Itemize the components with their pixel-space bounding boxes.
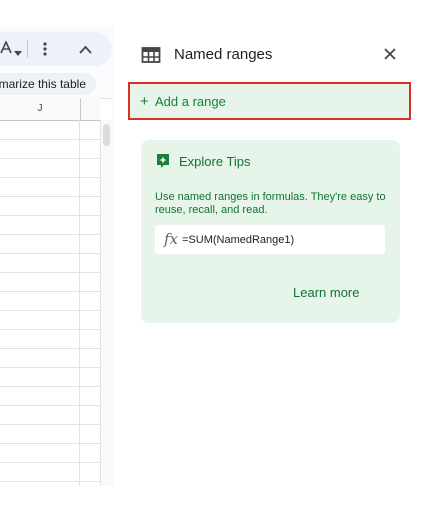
table-grid-icon: [141, 45, 161, 65]
grid-row-line: [0, 158, 100, 159]
scrollbar-thumb[interactable]: [103, 124, 110, 146]
grid-column-line: [79, 120, 80, 486]
text-color-icon[interactable]: [0, 40, 12, 59]
grid-row-line: [0, 196, 100, 197]
grid-row-line: [0, 348, 100, 349]
close-icon[interactable]: [380, 45, 400, 65]
grid-row-line: [0, 234, 100, 235]
grid-row-line: [0, 177, 100, 178]
add-range-label[interactable]: Add a range: [155, 94, 226, 110]
column-header-row: J: [0, 98, 100, 121]
panel-title: Named ranges: [174, 46, 273, 63]
grid-row-line: [0, 405, 100, 406]
chevron-up-icon[interactable]: [79, 42, 92, 58]
plus-icon: +: [140, 93, 149, 110]
formula-example: =SUM(NamedRange1): [182, 234, 295, 246]
grid-row-line: [0, 291, 100, 292]
vertical-scrollbar[interactable]: [100, 120, 113, 486]
learn-more-link[interactable]: Learn more: [293, 285, 359, 301]
toolbar-divider: [27, 40, 28, 58]
top-strip: [0, 0, 429, 26]
grid-row-line: [0, 443, 100, 444]
grid-row-line: [0, 310, 100, 311]
tips-title: Explore Tips: [179, 154, 251, 169]
tips-body: Use named ranges in formulas. They're ea…: [155, 191, 386, 216]
grid-row-line: [0, 386, 100, 387]
sheet-grid[interactable]: [0, 98, 112, 487]
grid-row-line: [0, 253, 100, 254]
grid-row-line: [0, 215, 100, 216]
grid-row-line: [0, 481, 100, 482]
summarize-table-chip[interactable]: marize this table: [0, 73, 96, 95]
grid-row-line: [0, 462, 100, 463]
lightbulb-tip-icon: [156, 153, 170, 169]
column-header-j[interactable]: J: [0, 98, 81, 120]
fx-icon: fx: [164, 230, 179, 248]
chevron-down-icon[interactable]: [14, 45, 22, 61]
more-vert-icon[interactable]: [42, 41, 48, 61]
grid-row-line: [0, 272, 100, 273]
grid-row-line: [0, 329, 100, 330]
grid-row-line: [0, 139, 100, 140]
grid-row-line: [0, 424, 100, 425]
grid-row-line: [0, 367, 100, 368]
summarize-chip-label: marize this table: [0, 77, 86, 91]
